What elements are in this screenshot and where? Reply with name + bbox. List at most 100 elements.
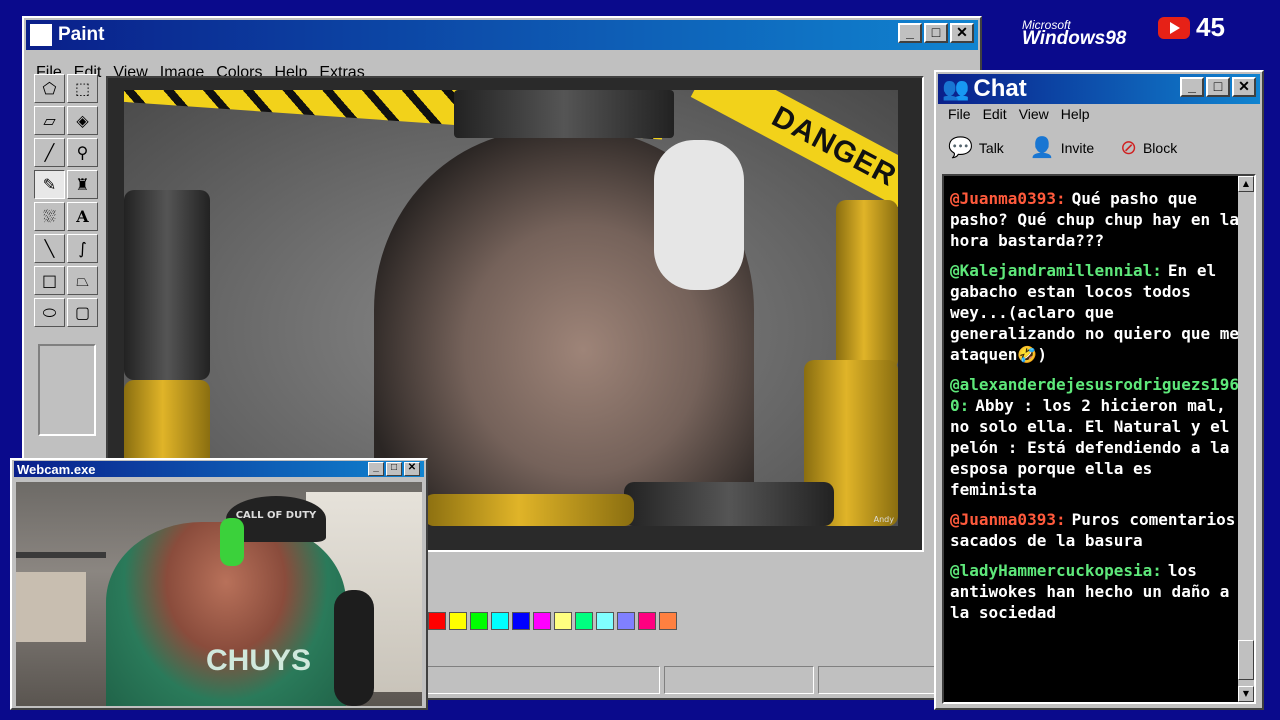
block-button[interactable]: ⊘ Block [1116,132,1181,163]
minimize-button[interactable]: _ [898,23,922,43]
talk-button[interactable]: 💬 Talk [944,132,1008,163]
palette-swatch[interactable] [533,612,551,630]
message-username[interactable]: @ladyHammercuckopesia: [950,561,1162,580]
invite-label: Invite [1060,139,1095,156]
scroll-down-arrow-icon[interactable]: ▼ [1238,686,1254,702]
palette-swatch[interactable] [470,612,488,630]
palette-swatch[interactable] [428,612,446,630]
fill-icon[interactable]: ◈ [67,106,98,135]
webcam-title: Webcam.exe [17,461,96,477]
canvas-credit: Andy [873,515,894,524]
poster [16,572,86,642]
chat-title: Chat [973,75,1027,102]
microphone [334,590,374,706]
shirt-text: CHUYS [206,644,312,677]
paint-app-icon [30,24,52,46]
webcam-maximize-button[interactable]: □ [386,462,402,476]
rounded-rectangle-icon[interactable]: ▢ [67,298,98,327]
headphones-image [654,140,744,290]
free-select-icon[interactable]: ⬠ [34,74,65,103]
rect-select-icon[interactable]: ⬚ [67,74,98,103]
close-button[interactable]: ✕ [950,23,974,43]
webcam-feed: CALL OF DUTY CHUYS [16,482,422,706]
webcam-minimize-button[interactable]: _ [368,462,384,476]
palette-swatch[interactable] [575,612,593,630]
scroll-thumb[interactable] [1238,640,1254,680]
chat-window: 👥 Chat _ □ ✕ File Edit View Help 💬 Talk … [934,70,1264,710]
talk-icon: 💬 [948,137,973,159]
palette-swatch[interactable] [512,612,530,630]
scroll-up-arrow-icon[interactable]: ▲ [1238,176,1254,192]
talk-label: Talk [978,139,1004,156]
ellipse-icon[interactable]: ⬭ [34,298,65,327]
invite-button[interactable]: 👤 Invite [1026,132,1098,163]
block-icon: ⊘ [1120,137,1137,159]
pencil-icon[interactable]: ✎ [34,170,65,199]
airbrush-icon[interactable]: ⛆ [34,202,65,231]
message-username[interactable]: @Kalejandramillennial: [950,261,1162,280]
palette-swatch[interactable] [491,612,509,630]
webcam-titlebar[interactable]: Webcam.exe _ □ ✕ [14,461,424,477]
chat-menu-view[interactable]: View [1013,106,1055,122]
palette-swatch[interactable] [659,612,677,630]
chat-message: @alexanderdejesusrodriguezs1960: Abby : l… [950,374,1240,500]
danger-text: DANGER [766,100,898,194]
chat-app-icon: 👥 [942,76,970,101]
chat-maximize-button[interactable]: □ [1206,77,1230,97]
chat-message: @Juanma0393: Puros comentarios sacados de… [950,509,1240,551]
messages-list: @Juanma0393: Qué pasho que pasho? Qué chu… [950,188,1240,632]
block-label: Block [1142,139,1178,156]
youtube-counter: 45 [1158,12,1225,43]
curve-icon[interactable]: ∫ [67,234,98,263]
windows98-text: Windows98 [1022,28,1127,49]
message-text: Abby : los 2 hicieron mal, no solo ella.… [950,396,1230,499]
eyedropper-icon[interactable]: ╱ [34,138,65,167]
palette-swatch[interactable] [554,612,572,630]
yellow-barrel-bottom [424,494,634,526]
line-icon[interactable]: ╲ [34,234,65,263]
chat-close-button[interactable]: ✕ [1232,77,1256,97]
chat-menu-file[interactable]: File [942,106,977,122]
chat-toolbar: 💬 Talk 👤 Invite ⊘ Block [944,132,1181,163]
palette-swatch[interactable] [617,612,635,630]
black-barrel-top [454,90,674,138]
brush-icon[interactable]: ♜ [67,170,98,199]
chat-menu-edit[interactable]: Edit [977,106,1013,122]
chat-message: @ladyHammercuckopesia: los antiwokes han … [950,560,1240,623]
polygon-icon[interactable]: ⏢ [67,266,98,295]
message-username[interactable]: @Juanma0393: [950,510,1066,529]
palette-swatch[interactable] [449,612,467,630]
rectangle-icon[interactable]: □ [34,266,65,295]
youtube-icon [1158,16,1190,39]
paint-statusbar [424,666,974,696]
black-barrel-left [124,190,210,380]
invite-icon: 👤 [1029,137,1055,159]
webcam-window: Webcam.exe _ □ ✕ CALL OF DUTY CHUYS [10,458,428,710]
chat-minimize-button[interactable]: _ [1180,77,1204,97]
paint-titlebar[interactable]: Paint _ □ ✕ [26,20,978,50]
chat-message: @Kalejandramillennial: En el gabacho esta… [950,260,1240,365]
chat-menubar: File Edit View Help [942,106,1096,122]
palette-swatch[interactable] [638,612,656,630]
chat-message: @Juanma0393: Qué pasho que pasho? Qué chu… [950,188,1240,251]
webcam-close-button[interactable]: ✕ [404,462,420,476]
chat-messages-area[interactable]: @Juanma0393: Qué pasho que pasho? Qué chu… [942,174,1256,704]
status-panel-2 [664,666,814,694]
yellow-barrel-right-top [836,200,898,370]
chat-titlebar[interactable]: 👥 Chat _ □ ✕ [938,74,1260,104]
status-panel-1 [424,666,660,694]
text-icon[interactable]: A [67,202,98,231]
message-username[interactable]: @Juanma0393: [950,189,1066,208]
green-headset [220,518,244,566]
magnifier-icon[interactable]: ⚲ [67,138,98,167]
color-palette [428,612,677,630]
windows98-logo: Microsoft Windows98 [1022,18,1126,50]
chat-menu-help[interactable]: Help [1055,106,1096,122]
black-barrel-bottom [624,482,834,526]
chat-scrollbar[interactable]: ▲ ▼ [1238,176,1254,702]
palette-swatch[interactable] [596,612,614,630]
eraser-icon[interactable]: ▱ [34,106,65,135]
youtube-count: 45 [1196,12,1225,42]
maximize-button[interactable]: □ [924,23,948,43]
tool-options-panel[interactable] [38,344,96,436]
